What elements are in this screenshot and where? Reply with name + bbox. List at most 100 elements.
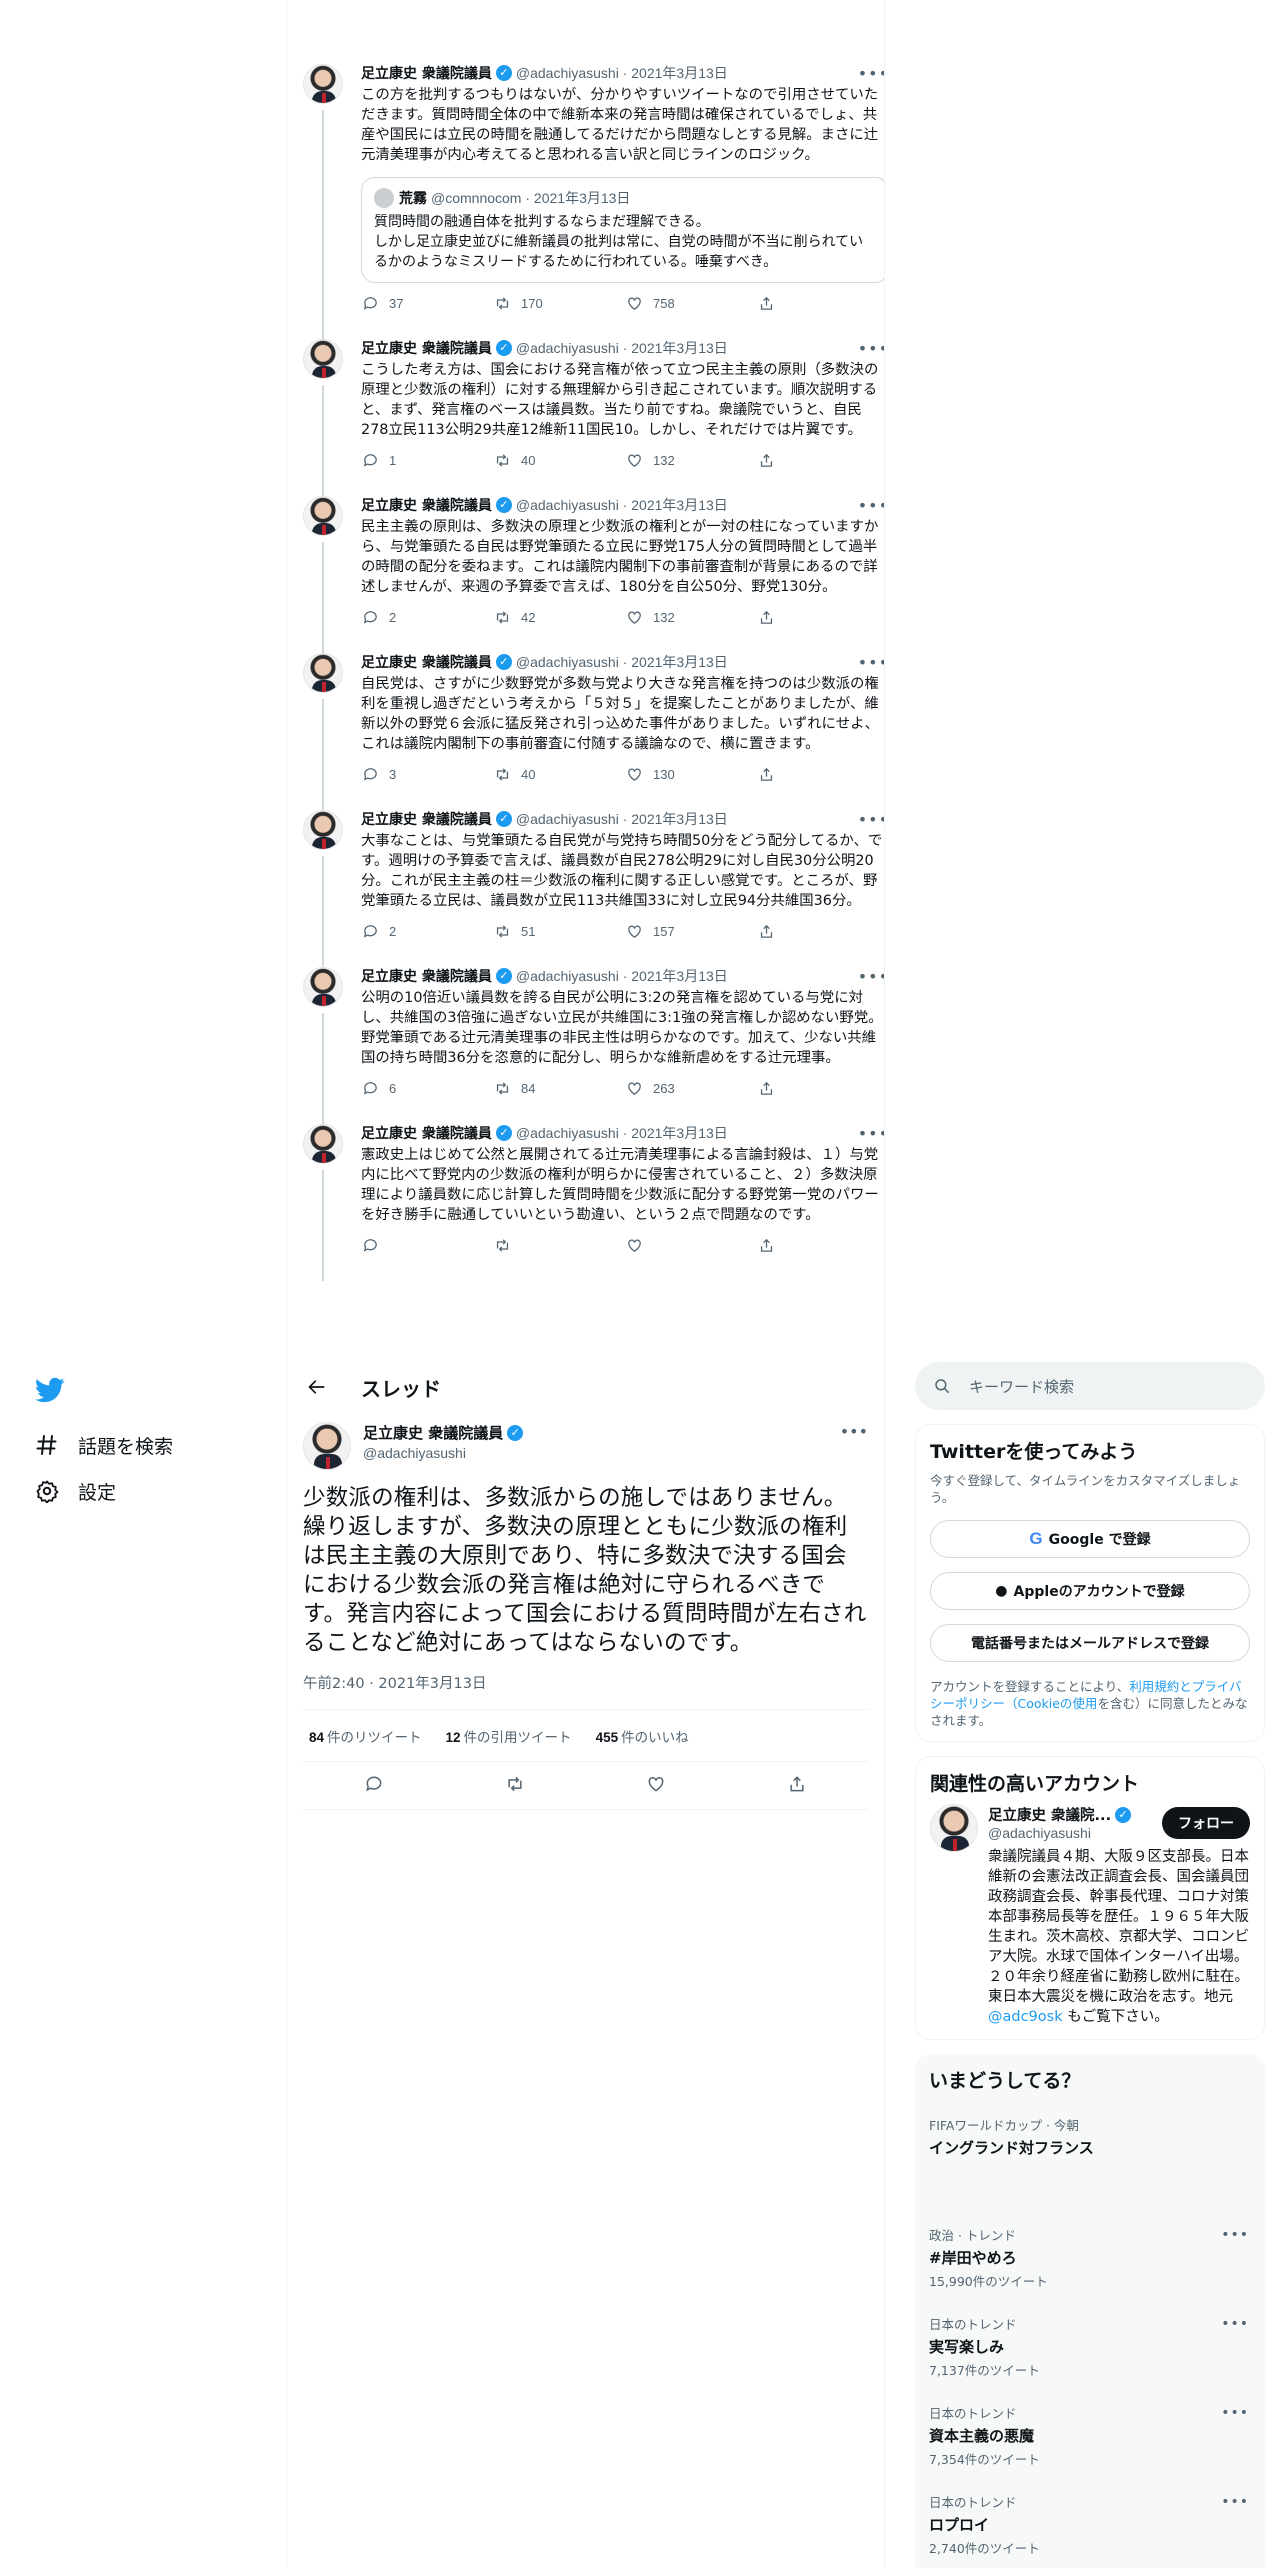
author-handle[interactable]: @adachiyasushi [363,1445,527,1461]
author-name[interactable]: 足立康史 衆議院議員 [361,338,492,358]
avatar[interactable] [303,496,343,536]
more-options-icon[interactable]: ••• [858,64,884,83]
like-button[interactable]: 132 [625,451,757,469]
back-arrow-icon[interactable] [303,1373,331,1401]
author-name[interactable]: 足立康史 衆議院議員 [361,63,492,83]
reply-button[interactable]: 6 [361,1079,493,1097]
reply-button[interactable]: 3 [361,765,493,783]
like-button[interactable]: 130 [625,765,757,783]
author-name-link[interactable]: 足立康史 衆議院議員 ✓ [363,1422,527,1443]
share-button[interactable] [757,294,884,312]
apple-signup-button[interactable]: ● Appleのアカウントで登録 [930,1572,1250,1610]
thread-tweet[interactable]: 足立康史 衆議院議員 ✓ @adachiyasushi · 2021年3月13日… [287,325,884,496]
thread-tweet[interactable]: 足立康史 衆議院議員 ✓ @adachiyasushi · 2021年3月13日… [287,796,884,967]
share-button[interactable] [757,765,884,783]
author-handle[interactable]: @adachiyasushi [516,811,619,827]
avatar[interactable] [303,810,343,850]
like-button[interactable]: 263 [625,1079,757,1097]
author-name[interactable]: 足立康史 衆議院議員 [361,966,492,986]
author-handle[interactable]: @adachiyasushi [516,654,619,670]
more-options-icon[interactable]: ••• [840,1422,868,1441]
trend-item[interactable]: 日本のトレンド 資本主義の悪魔 7,354件のツイート ••• [929,2389,1251,2478]
retweet-button[interactable]: 40 [493,451,625,469]
nav-explore[interactable]: 話題を検索 [34,1422,260,1468]
share-icon[interactable] [787,1774,807,1798]
search-input[interactable]: キーワード検索 [915,1362,1265,1410]
reply-button[interactable]: 2 [361,608,493,626]
quoted-tweet[interactable]: 荒霧 @comnnocom · 2021年3月13日 質問時間の融通自体を批判す… [361,177,884,283]
trend-item[interactable]: 日本のトレンド ロプロイ 2,740件のツイート ••• [929,2478,1251,2567]
more-options-icon[interactable]: ••• [858,810,884,829]
tweet-date[interactable]: 2021年3月13日 [631,338,728,358]
like-button[interactable]: 758 [625,294,757,312]
like-button[interactable]: 132 [625,608,757,626]
more-options-icon[interactable]: ••• [858,967,884,986]
share-button[interactable] [757,1079,884,1097]
retweet-button[interactable]: 40 [493,765,625,783]
retweet-count-link[interactable]: 84 件のリツイート [303,1726,422,1746]
like-icon[interactable] [646,1774,666,1798]
reply-button[interactable] [361,1236,493,1254]
author-handle[interactable]: @adachiyasushi [516,65,619,81]
avatar[interactable] [303,64,343,104]
trend-item[interactable]: 日本のトレンド 実写楽しみ 7,137件のツイート ••• [929,2300,1251,2389]
trend-item[interactable]: FIFAワールドカップ · 今朝 イングランド対フランス [929,2101,1251,2211]
thread-tweet[interactable]: 足立康史 衆議院議員 ✓ @adachiyasushi · 2021年3月13日… [287,1110,884,1281]
google-signup-button[interactable]: G Google で登録 [930,1520,1250,1558]
related-name-link[interactable]: 足立康史 衆議院... ✓ [988,1804,1135,1825]
more-options-icon[interactable]: ••• [858,496,884,515]
thread-tweet[interactable]: 足立康史 衆議院議員 ✓ @adachiyasushi · 2021年3月13日… [287,482,884,653]
quote-count-link[interactable]: 12 件の引用ツイート [440,1726,572,1746]
tweet-timestamp[interactable]: 午前2:40 · 2021年3月13日 [303,1672,868,1710]
more-options-icon[interactable]: ••• [858,1124,884,1143]
like-button[interactable]: 157 [625,922,757,940]
avatar[interactable] [303,653,343,693]
avatar[interactable] [930,1804,978,1852]
more-options-icon[interactable]: ••• [1221,2316,1249,2332]
more-options-icon[interactable]: ••• [858,339,884,358]
twitter-bird-icon[interactable] [30,1370,70,1410]
tweet-date[interactable]: 2021年3月13日 [631,495,728,515]
share-button[interactable] [757,608,884,626]
retweet-button[interactable] [493,1236,625,1254]
author-name[interactable]: 足立康史 衆議院議員 [361,1123,492,1143]
reply-button[interactable]: 2 [361,922,493,940]
share-button[interactable] [757,451,884,469]
tweet-date[interactable]: 2021年3月13日 [631,63,728,83]
tweet-date[interactable]: 2021年3月13日 [631,809,728,829]
retweet-button[interactable]: 170 [493,294,625,312]
share-button[interactable] [757,922,884,940]
phone-signup-button[interactable]: 電話番号またはメールアドレスで登録 [930,1624,1250,1662]
thread-tweet[interactable]: 足立康史 衆議院議員 ✓ @adachiyasushi · 2021年3月13日… [287,639,884,810]
like-button[interactable] [625,1236,757,1254]
avatar[interactable] [303,1422,351,1470]
thread-tweet[interactable]: 足立康史 衆議院議員 ✓ @adachiyasushi · 2021年3月13日… [287,50,884,339]
related-bio-link[interactable]: @adc9osk [988,2009,1063,2025]
author-handle[interactable]: @adachiyasushi [516,1125,619,1141]
reply-button[interactable]: 1 [361,451,493,469]
author-handle[interactable]: @adachiyasushi [516,497,619,513]
tweet-date[interactable]: 2021年3月13日 [631,1123,728,1143]
retweet-button[interactable]: 84 [493,1079,625,1097]
author-handle[interactable]: @adachiyasushi [516,968,619,984]
follow-button[interactable]: フォロー [1162,1806,1250,1839]
more-options-icon[interactable]: ••• [1221,2494,1249,2510]
avatar[interactable] [303,1124,343,1164]
reply-icon[interactable] [364,1774,384,1798]
share-button[interactable] [757,1236,884,1254]
like-count-link[interactable]: 455 件のいいね [590,1726,689,1746]
author-name[interactable]: 足立康史 衆議院議員 [361,809,492,829]
avatar[interactable] [303,967,343,1007]
avatar[interactable] [303,339,343,379]
more-options-icon[interactable]: ••• [858,653,884,672]
retweet-icon[interactable] [505,1774,525,1798]
retweet-button[interactable]: 42 [493,608,625,626]
more-options-icon[interactable]: ••• [1221,2227,1249,2243]
more-options-icon[interactable]: ••• [1221,2405,1249,2421]
trend-item[interactable]: 政治 · トレンド #岸田やめろ 15,990件のツイート ••• [929,2211,1251,2300]
nav-settings[interactable]: 設定 [34,1468,260,1514]
author-name[interactable]: 足立康史 衆議院議員 [361,652,492,672]
tweet-date[interactable]: 2021年3月13日 [631,966,728,986]
tweet-date[interactable]: 2021年3月13日 [631,652,728,672]
thread-tweet[interactable]: 足立康史 衆議院議員 ✓ @adachiyasushi · 2021年3月13日… [287,953,884,1124]
